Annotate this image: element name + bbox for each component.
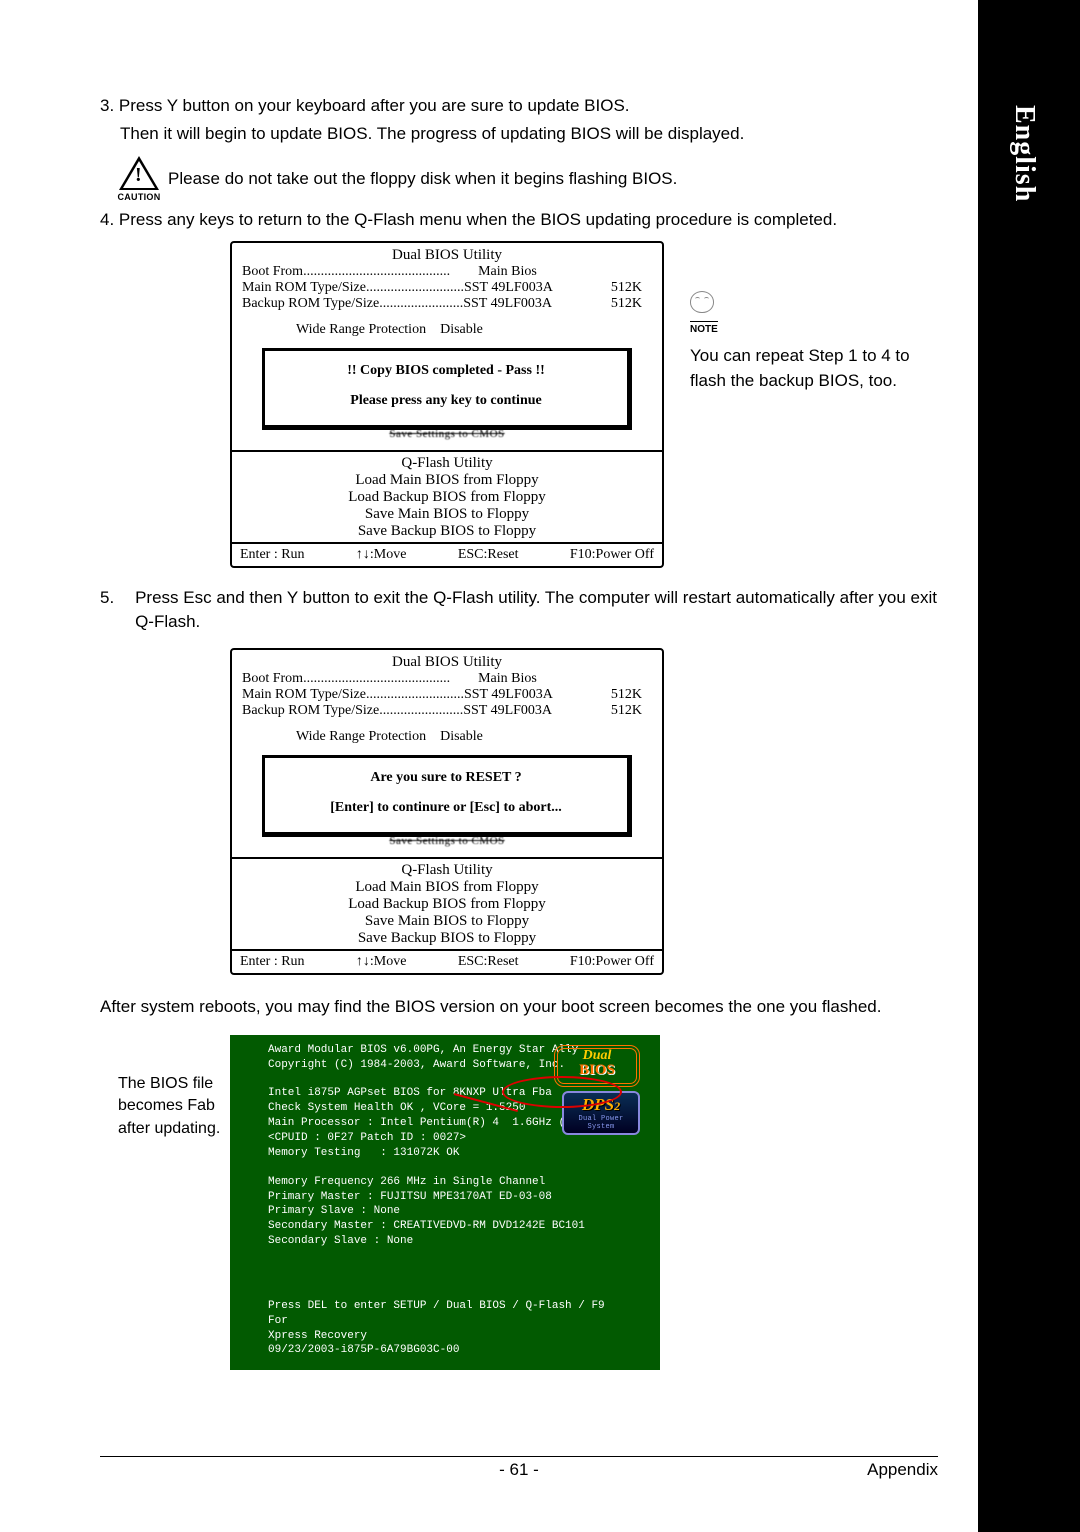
step-5-number: 5. [100,586,135,634]
section-label: Appendix [867,1460,938,1480]
qflash-title: Q-Flash Utility [232,455,662,472]
bios-popup-reset-confirm: Are you sure to RESET ? [Enter] to conti… [262,755,632,837]
caution-icon: ! CAUTION [116,156,162,202]
step-3-line-2: Then it will begin to update BIOS. The p… [120,122,940,146]
dual-bios-logo: Dual BIOS [554,1045,640,1087]
bios-popup-copy-complete: !! Copy BIOS completed - Pass !! Please … [262,348,632,430]
bios-title: Dual BIOS Utility [242,247,652,264]
step-5-text: Press Esc and then Y button to exit the … [135,586,940,634]
post-boot-screen: Dual BIOS DPS2 Dual Power System Award M… [230,1035,660,1371]
step-4: 4. Press any keys to return to the Q-Fla… [100,208,940,232]
qflash-menu-item: Load Main BIOS from Floppy [232,472,662,489]
bios-file-caption: The BIOS file becomes Fab after updating… [118,1073,228,1140]
footer-rule [100,1456,938,1457]
caution-text: Please do not take out the floppy disk w… [168,167,677,191]
note-text: You can repeat Step 1 to 4 to flash the … [690,344,950,393]
bios-footer-keys: Enter : Run ↑↓:Move ESC:Reset F10:Power … [232,542,662,566]
qflash-menu-item: Save Backup BIOS to Floppy [232,523,662,540]
qflash-menu-item: Save Main BIOS to Floppy [232,506,662,523]
note-icon: NOTE [690,291,950,340]
bios-utility-box-1: Dual BIOS Utility Boot From.............… [230,241,664,568]
step-3-line-1: 3. Press Y button on your keyboard after… [100,94,940,118]
dps-logo: DPS2 Dual Power System [562,1091,640,1135]
after-reboot-text: After system reboots, you may find the B… [100,995,940,1019]
qflash-menu-item: Load Backup BIOS from Floppy [232,489,662,506]
page-number: - 61 - [499,1460,539,1480]
side-black-bar [978,0,1080,1532]
bios-utility-box-2: Dual BIOS Utility Boot From.............… [230,648,664,975]
language-tab: English [1008,105,1040,202]
